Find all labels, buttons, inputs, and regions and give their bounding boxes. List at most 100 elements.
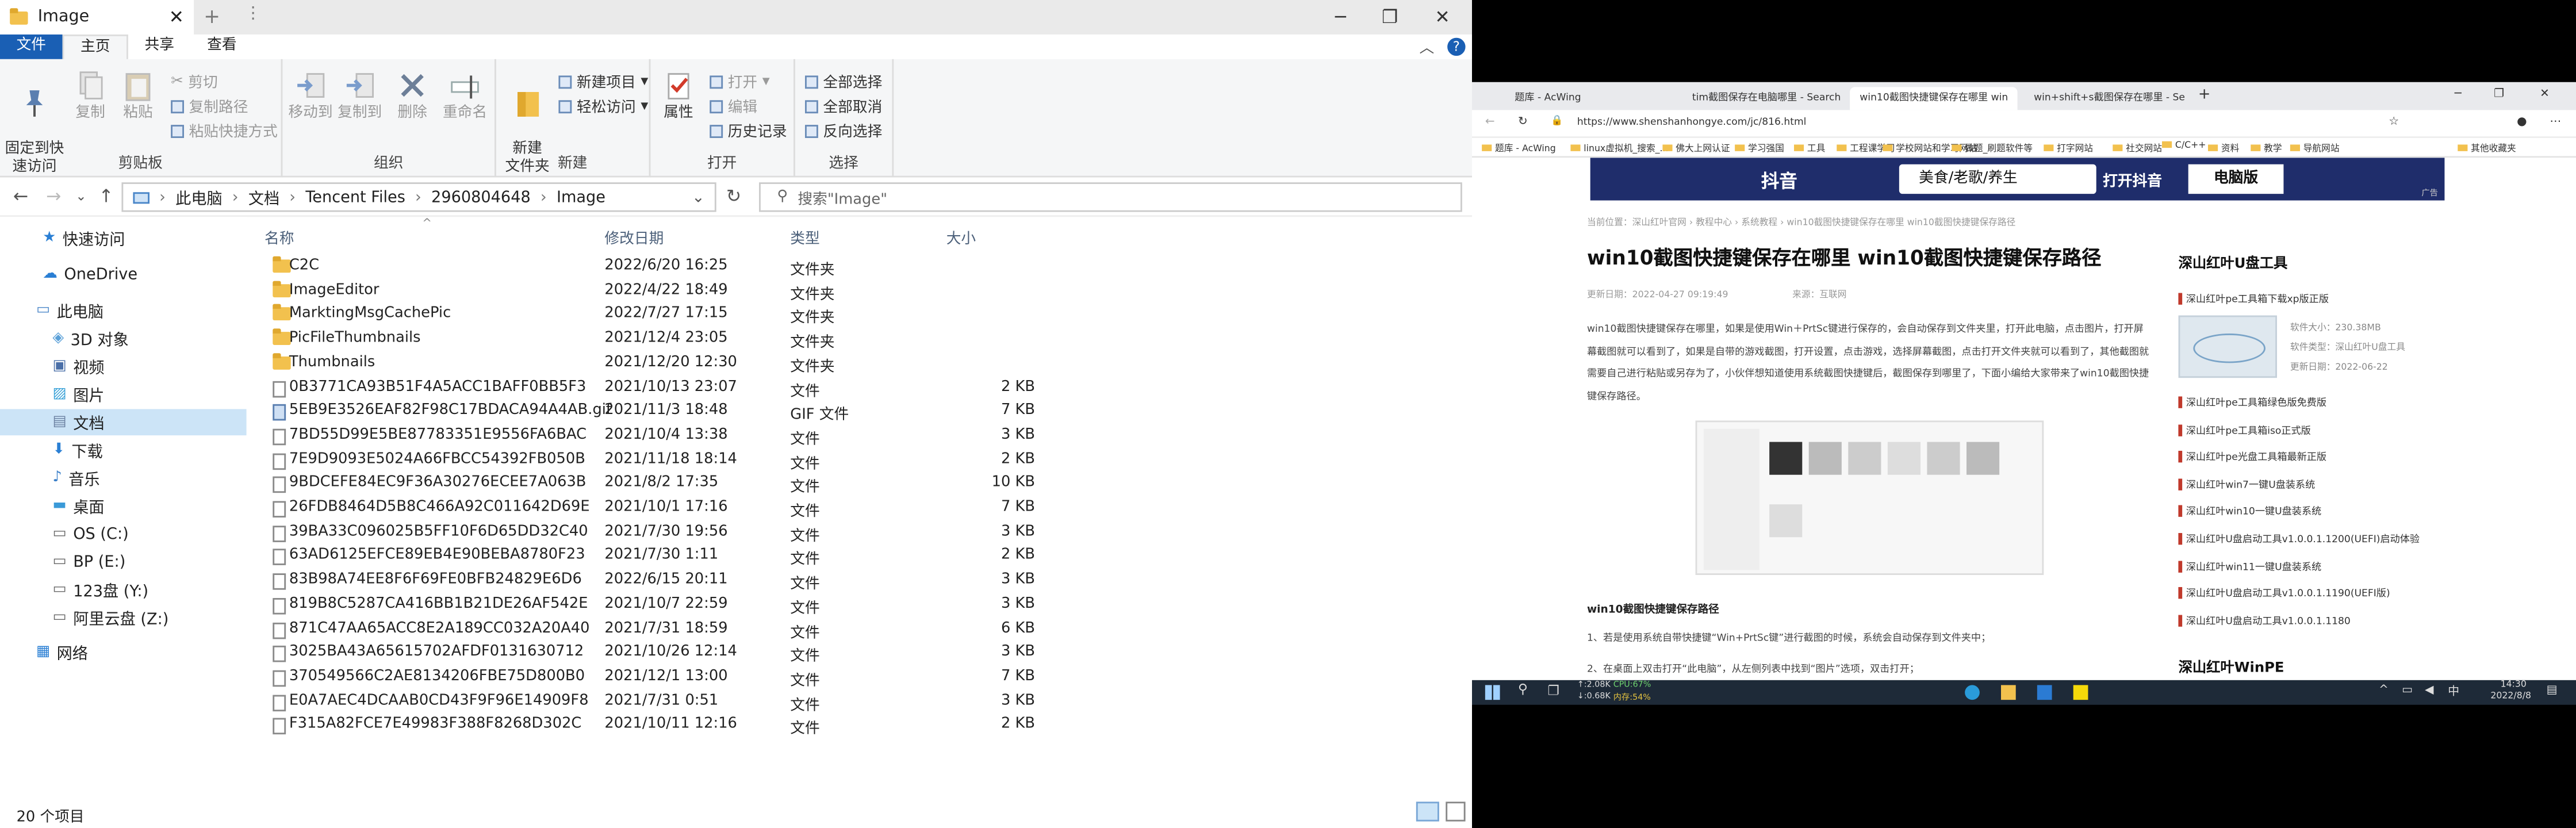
column-name[interactable]: 名称 bbox=[264, 227, 294, 248]
favorite-item[interactable]: 资料 bbox=[2208, 141, 2239, 155]
tab-image[interactable]: Image ✕ bbox=[0, 0, 194, 34]
table-row[interactable]: 370549566C2AE8134206FBE75D800B0 2021/12/1… bbox=[247, 667, 1472, 691]
chevron-down-icon[interactable]: ⌄ bbox=[692, 188, 705, 206]
favorite-item[interactable]: 导航网站 bbox=[2290, 141, 2340, 155]
nav-item-pictures[interactable]: ▨ 图片 bbox=[0, 381, 247, 408]
forward-icon[interactable]: → bbox=[46, 186, 61, 207]
sidebar-link[interactable]: ▌深山红叶pe工具箱iso正式版 bbox=[2179, 421, 2311, 436]
search-input[interactable]: ⚲ 搜索"Image" bbox=[759, 182, 1462, 212]
minimize-icon[interactable]: ─ bbox=[2455, 87, 2462, 100]
column-type[interactable]: 类型 bbox=[790, 227, 819, 248]
table-row[interactable]: 7BD55D99E5BE87783351E9556FA6BAC 2021/10/4… bbox=[247, 425, 1472, 450]
column-size[interactable]: 大小 bbox=[946, 227, 976, 248]
ad-banner[interactable]: 抖音 美食/老歌/养生 打开抖音 电脑版 广告 bbox=[1590, 158, 2445, 201]
tab-home[interactable]: 主页 bbox=[62, 34, 128, 59]
delete-button[interactable]: 删除 bbox=[391, 69, 434, 123]
paste-button[interactable]: 粘贴 bbox=[115, 69, 161, 123]
table-row[interactable]: 83B98A74EE8F6F69FE0BFB24829E6D6 2022/6/15… bbox=[247, 570, 1472, 595]
browser-tab[interactable]: win+shift+s截图保存在哪里 - Se bbox=[2024, 87, 2188, 110]
back-icon[interactable]: ← bbox=[13, 186, 28, 207]
copy-to-button[interactable]: 复制到 bbox=[335, 69, 385, 123]
breadcrumb-this-pc[interactable]: 此电脑 bbox=[175, 186, 222, 208]
nav-item-drive-z[interactable]: ▭ 阿里云盘 (Z:) bbox=[0, 604, 247, 631]
volume-icon[interactable]: ◀ bbox=[2425, 684, 2433, 697]
up-icon[interactable]: ↑ bbox=[98, 186, 113, 207]
table-row[interactable]: MarktingMsgCachePic 2022/7/27 17:15 文件夹 bbox=[247, 304, 1472, 329]
nav-item-music[interactable]: ♪ 音乐 bbox=[0, 465, 247, 492]
table-row[interactable]: C2C 2022/6/20 16:25 文件夹 bbox=[247, 256, 1472, 281]
tab-file[interactable]: 文件 bbox=[0, 34, 63, 59]
notification-icon[interactable]: ▤ bbox=[2547, 684, 2558, 697]
browser-tab[interactable]: tim截图保存在电脑哪里 - Search bbox=[1682, 87, 1847, 110]
nav-item-network[interactable]: ▦ 网络 bbox=[0, 639, 247, 665]
table-row[interactable]: F315A82FCE7E49983F388F8268D302C 2021/10/1… bbox=[247, 715, 1472, 739]
sidebar-link[interactable]: ▌深山红叶U盘启动工具v1.0.0.1.1190(UEFI版) bbox=[2179, 585, 2390, 600]
nav-item-this-pc[interactable]: ▭ 此电脑 bbox=[0, 297, 247, 324]
properties-button[interactable]: 属性 bbox=[654, 69, 703, 123]
rename-button[interactable]: 重命名 bbox=[437, 69, 493, 123]
large-icons-view-icon[interactable] bbox=[1446, 802, 1466, 822]
start-icon[interactable] bbox=[1485, 685, 1500, 700]
vscode-icon[interactable] bbox=[2037, 685, 2052, 700]
address-bar[interactable]: › 此电脑 › 文档 › Tencent Files › 2960804648 … bbox=[121, 182, 716, 212]
browser-tab-active[interactable]: win10截图快捷键保存在哪里 win bbox=[1850, 87, 2018, 110]
table-row[interactable]: ImageEditor 2022/4/22 18:49 文件夹 bbox=[247, 280, 1472, 305]
favorite-item[interactable]: 做题_刷题软件等 bbox=[1952, 141, 2033, 155]
favorite-item[interactable]: 打字网站 bbox=[2044, 141, 2093, 155]
favorite-item[interactable]: C/C++ bbox=[2162, 141, 2206, 151]
nav-item-drive-c[interactable]: ▭ OS (C:) bbox=[0, 521, 247, 547]
favorite-item[interactable]: 教学 bbox=[2251, 141, 2282, 155]
refresh-icon[interactable]: ↻ bbox=[726, 186, 741, 207]
open-button[interactable]: 打开 ▾ bbox=[710, 71, 770, 92]
sidebar-link[interactable]: ▌深山红叶U盘启动工具v1.0.0.1.1180 bbox=[2179, 612, 2351, 627]
table-row[interactable]: 39BA33C096025B5FF10F6D65DD32C40 2021/7/30… bbox=[247, 522, 1472, 546]
sidebar-link[interactable]: ▌深山红叶win10一键U盘装系统 bbox=[2179, 503, 2322, 518]
network-icon[interactable]: ▭ bbox=[2402, 684, 2413, 697]
sidebar-link[interactable]: ▌深山红叶pe光盘工具箱最新正版 bbox=[2179, 449, 2327, 463]
breadcrumb-image[interactable]: Image bbox=[557, 188, 605, 206]
menu-icon[interactable]: ⋯ bbox=[2550, 115, 2561, 128]
maximize-icon[interactable]: ❐ bbox=[2494, 87, 2504, 100]
new-tab-icon[interactable]: + bbox=[2198, 87, 2211, 103]
minimize-icon[interactable]: ─ bbox=[1314, 0, 1367, 34]
breadcrumb-account[interactable]: 2960804648 bbox=[431, 188, 531, 206]
nav-item-drive-e[interactable]: ▭ BP (E:) bbox=[0, 549, 247, 575]
copy-button[interactable]: 复制 bbox=[69, 69, 112, 123]
ime-icon[interactable]: 中 bbox=[2448, 684, 2459, 700]
close-icon[interactable]: ✕ bbox=[2540, 87, 2550, 100]
table-row[interactable]: 26FDB8464D5B8C466A92C011642D69E 2021/10/1… bbox=[247, 498, 1472, 522]
nav-item-3d-objects[interactable]: ◈ 3D 对象 bbox=[0, 325, 247, 352]
table-row[interactable]: 3025BA43A65615702AFDF0131630712 2021/10/2… bbox=[247, 643, 1472, 667]
table-row[interactable]: 0B3771CA93B51F4A5ACC1BAFF0BB5F3 2021/10/1… bbox=[247, 377, 1472, 401]
select-none-button[interactable]: 全部取消 bbox=[805, 95, 882, 117]
table-row[interactable]: 9BDCEFE84EC9F36A30276ECEE7A063B 2021/8/2 … bbox=[247, 474, 1472, 498]
details-view-icon[interactable] bbox=[1416, 802, 1439, 822]
help-icon[interactable]: ? bbox=[1447, 37, 1466, 56]
profile-icon[interactable]: ● bbox=[2517, 115, 2527, 128]
history-button[interactable]: 历史记录 bbox=[710, 120, 787, 141]
table-row[interactable]: 7E9D9093E5024A66FBCC54392FB050B 2021/11/1… bbox=[247, 450, 1472, 474]
back-icon[interactable]: ← bbox=[1485, 115, 1495, 128]
close-icon[interactable]: ✕ bbox=[1416, 0, 1469, 34]
favorite-item[interactable]: 题库 - AcWing bbox=[1482, 141, 1556, 155]
sidebar-link[interactable]: ▌深山红叶win11一键U盘装系统 bbox=[2179, 558, 2322, 573]
paste-shortcut-button[interactable]: 粘贴快捷方式 bbox=[171, 120, 278, 141]
move-to-button[interactable]: 移动到 bbox=[286, 69, 335, 123]
tab-view[interactable]: 查看 bbox=[191, 34, 254, 59]
breadcrumb-tencent-files[interactable]: Tencent Files bbox=[305, 188, 405, 206]
new-item-button[interactable]: 新建项目 ▾ bbox=[558, 71, 648, 92]
maximize-icon[interactable]: ❐ bbox=[1363, 0, 1416, 34]
favorite-item[interactable]: 佛大上网认证 bbox=[1662, 141, 1730, 155]
tab-share[interactable]: 共享 bbox=[128, 34, 191, 59]
task-view-icon[interactable]: ❐ bbox=[1547, 684, 1559, 699]
tray-up-icon[interactable]: ^ bbox=[2379, 684, 2389, 697]
new-tab-icon[interactable]: + bbox=[204, 5, 220, 28]
nav-item-documents[interactable]: ▤ 文档 bbox=[0, 409, 247, 436]
favorite-item[interactable]: linux虚拟机_搜索_... bbox=[1570, 141, 1669, 155]
sidebar-link[interactable]: ▌深山红叶U盘启动工具v1.0.0.1.1200(UEFI)启动体验 bbox=[2179, 531, 2420, 546]
file-explorer-icon[interactable] bbox=[2001, 685, 2016, 700]
nav-item-drive-y[interactable]: ▭ 123盘 (Y:) bbox=[0, 577, 247, 603]
copy-path-button[interactable]: 复制路径 bbox=[171, 95, 248, 117]
refresh-icon[interactable]: ↻ bbox=[1518, 115, 1528, 128]
table-row[interactable]: Thumbnails 2021/12/20 12:30 文件夹 bbox=[247, 352, 1472, 377]
